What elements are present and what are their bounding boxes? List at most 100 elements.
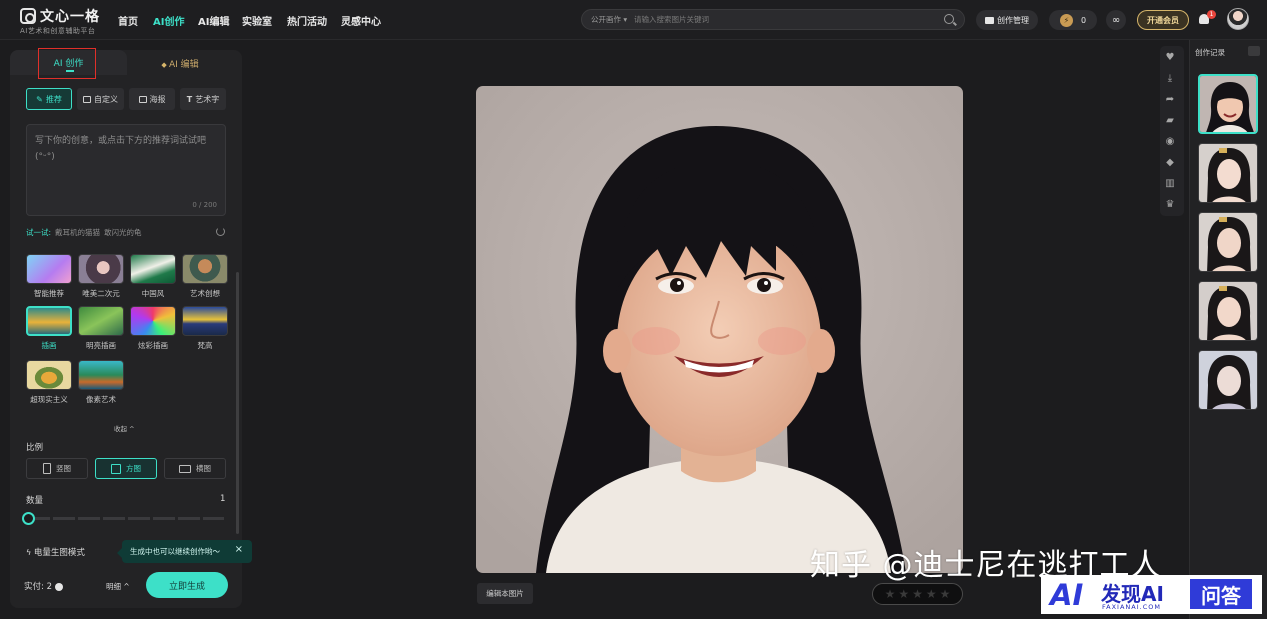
- tab-ai-edit-label: AI 编辑: [168, 60, 199, 70]
- history-item[interactable]: [1198, 281, 1258, 341]
- logo-icon[interactable]: [20, 8, 36, 24]
- lightning-icon: ⚡: [1059, 13, 1073, 27]
- style-thumb: [78, 254, 124, 284]
- history-thumb-image: [1199, 144, 1257, 202]
- style-van-gogh[interactable]: 梵高: [182, 306, 228, 351]
- style-bright-illustration[interactable]: 明亮插画: [78, 306, 124, 351]
- search-bar[interactable]: 公开画作 ▾ 请输入搜索图片关键词: [581, 9, 965, 30]
- left-scrollbar[interactable]: [236, 272, 239, 534]
- style-thumb: [130, 306, 176, 336]
- history-title: 创作记录: [1195, 48, 1225, 57]
- vip-button[interactable]: 开通会员: [1137, 10, 1189, 30]
- prompt-input[interactable]: 写下你的创意，或点击下方的推荐词试试吧(°ᵕ°) 0 / 200: [26, 124, 226, 216]
- brand-logo-ai: AI: [1050, 578, 1084, 612]
- star-icon[interactable]: ★: [898, 588, 909, 600]
- nav-lab[interactable]: 实验室: [242, 13, 272, 28]
- tag-icon[interactable]: ◆: [1165, 158, 1175, 168]
- points-pill[interactable]: ⚡ 0: [1049, 10, 1097, 30]
- trash-icon[interactable]: ▥: [1165, 179, 1175, 189]
- quantity-slider-handle[interactable]: [22, 512, 35, 525]
- generated-image[interactable]: [476, 86, 963, 573]
- star-icon[interactable]: ★: [885, 588, 896, 600]
- link-button[interactable]: ∞: [1106, 10, 1126, 30]
- star-icon[interactable]: ★: [940, 588, 951, 600]
- ratio-square[interactable]: 方图: [95, 458, 157, 479]
- eye-icon[interactable]: ◉: [1165, 137, 1175, 147]
- style-label: 唯美二次元: [82, 289, 120, 298]
- history-thumb-image: [1199, 213, 1257, 271]
- refresh-icon[interactable]: [216, 227, 225, 236]
- style-label: 中国风: [141, 289, 165, 298]
- heart-icon[interactable]: ♥: [1165, 53, 1175, 63]
- style-colorful[interactable]: 炫彩插画: [130, 306, 176, 351]
- style-chinese[interactable]: 中国风: [130, 254, 176, 299]
- history-item[interactable]: [1198, 143, 1258, 203]
- search-input[interactable]: 请输入搜索图片关键词: [634, 14, 709, 25]
- star-icon[interactable]: ★: [912, 588, 923, 600]
- nav-inspiration[interactable]: 灵感中心: [341, 13, 381, 28]
- search-scope-dropdown[interactable]: 公开画作 ▾: [591, 14, 627, 25]
- chevron-up-icon: ^: [127, 425, 135, 433]
- style-smart[interactable]: 智能推荐: [26, 254, 72, 299]
- detail-button[interactable]: 明细 ^: [106, 581, 130, 592]
- share-icon[interactable]: ➦: [1165, 95, 1175, 105]
- style-art-idea[interactable]: 艺术创想: [182, 254, 228, 299]
- ratio-portrait[interactable]: 竖图: [26, 458, 88, 479]
- mode-art-text[interactable]: T 艺术字: [180, 88, 226, 110]
- history-item[interactable]: [1198, 74, 1258, 134]
- suggestion-2[interactable]: 敢闪光的龟: [104, 228, 142, 237]
- search-icon[interactable]: [944, 14, 954, 24]
- style-label: 插画: [41, 341, 57, 350]
- power-mode-toggle[interactable]: ϟ 电量生图模式: [26, 546, 85, 558]
- close-icon[interactable]: ×: [235, 544, 243, 555]
- tooltip-text: 生成中也可以继续创作哟～: [130, 547, 220, 556]
- creation-manage-label: 创作管理: [997, 15, 1029, 25]
- nav-ai-edit[interactable]: AI编辑: [198, 13, 229, 28]
- ratio-title: 比例: [26, 443, 44, 453]
- lightning-icon: ϟ: [26, 548, 34, 557]
- history-item[interactable]: [1198, 212, 1258, 272]
- brush-icon: ✎: [36, 94, 43, 104]
- generate-button[interactable]: 立即生成: [146, 572, 228, 598]
- style-label: 超现实主义: [30, 395, 68, 404]
- nav-events[interactable]: 热门活动: [287, 13, 327, 28]
- history-item[interactable]: [1198, 350, 1258, 410]
- square-icon: [111, 463, 121, 474]
- avatar[interactable]: [1227, 8, 1249, 30]
- edit-image-button[interactable]: 编辑本图片: [477, 583, 533, 604]
- style-surrealism[interactable]: 超现实主义: [26, 360, 72, 405]
- folder-icon[interactable]: ▰: [1165, 116, 1175, 126]
- mode-custom[interactable]: 自定义: [77, 88, 124, 110]
- style-anime[interactable]: 唯美二次元: [78, 254, 124, 299]
- style-label: 智能推荐: [34, 289, 64, 298]
- style-pixel-art[interactable]: 像素艺术: [78, 360, 124, 405]
- image-icon: [138, 95, 147, 103]
- style-thumb: [182, 254, 228, 284]
- style-label: 艺术创想: [190, 289, 220, 298]
- suggestion-1[interactable]: 戴耳机的猫猫: [55, 228, 100, 237]
- grid-icon[interactable]: [1248, 46, 1260, 56]
- mode-recommend-label: 推荐: [45, 94, 62, 104]
- download-icon[interactable]: ⤓: [1165, 74, 1175, 84]
- mode-poster[interactable]: 海报: [129, 88, 175, 110]
- tab-ai-edit[interactable]: ◆ AI 编辑: [130, 57, 230, 70]
- nav-ai-create[interactable]: AI创作: [153, 13, 184, 28]
- star-icon[interactable]: ★: [926, 588, 937, 600]
- creation-manage-button[interactable]: 创作管理: [976, 10, 1038, 30]
- style-illustration[interactable]: 插画: [26, 306, 72, 351]
- brand-url: FAXIANAI.COM: [1102, 603, 1161, 611]
- cost-label: 实付:: [24, 582, 44, 592]
- trophy-icon[interactable]: ♛: [1165, 200, 1175, 210]
- rating-stars[interactable]: ★ ★ ★ ★ ★: [872, 583, 963, 605]
- mode-recommend[interactable]: ✎ 推荐: [26, 88, 72, 110]
- collapse-button[interactable]: 收起 ^: [114, 423, 135, 433]
- app-title[interactable]: 文心一格: [40, 6, 100, 26]
- style-label: 像素艺术: [86, 395, 116, 404]
- link-icon: ∞: [1111, 14, 1121, 26]
- nav-home[interactable]: 首页: [118, 13, 138, 28]
- cost-display: 实付: 2: [24, 580, 63, 592]
- style-label: 明亮插画: [86, 341, 116, 350]
- ratio-landscape[interactable]: 横图: [164, 458, 226, 479]
- app-subtitle: AI艺术和创意辅助平台: [20, 27, 96, 35]
- quantity-slider-track[interactable]: [28, 517, 224, 520]
